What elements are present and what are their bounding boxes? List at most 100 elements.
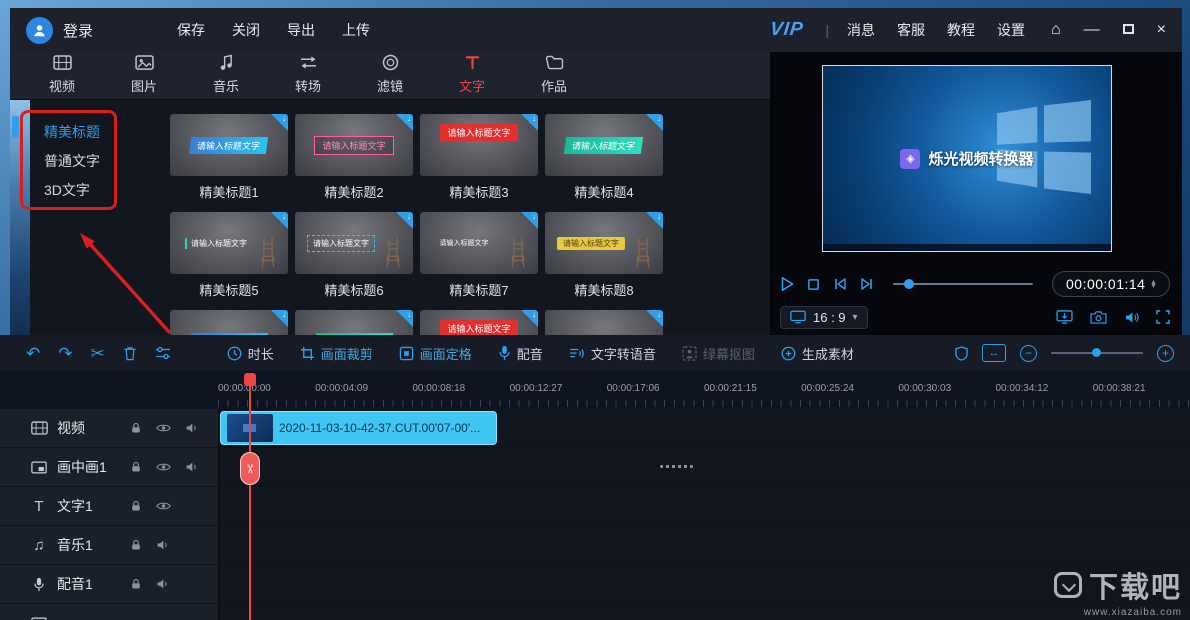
freeze-frame-button[interactable]: 画面定格 bbox=[399, 344, 472, 363]
generate-material-button[interactable]: 生成素材 bbox=[781, 344, 854, 363]
spinner-down-icon[interactable]: ▾ bbox=[1151, 281, 1156, 290]
download-icon[interactable]: ↓ bbox=[396, 114, 413, 131]
menu-tutorial[interactable]: 教程 bbox=[947, 20, 975, 40]
crop-button[interactable]: 画面裁剪 bbox=[300, 344, 373, 363]
template-thumbnail[interactable]: 请输入标题文字 ↓ bbox=[545, 310, 663, 335]
download-icon[interactable]: ↓ bbox=[521, 310, 538, 327]
visibility-eye-icon[interactable] bbox=[156, 501, 171, 511]
menu-messages[interactable]: 消息 bbox=[847, 20, 875, 40]
track-lane[interactable] bbox=[218, 487, 1190, 525]
tab-transition[interactable]: 转场 bbox=[292, 52, 324, 95]
tab-image[interactable]: 图片 bbox=[128, 52, 160, 95]
dubbing-button[interactable]: 配音 bbox=[498, 344, 543, 363]
track-header[interactable]: ♫ 音乐1 bbox=[0, 526, 218, 564]
download-icon[interactable]: ↓ bbox=[396, 310, 413, 327]
aspect-ratio-dropdown[interactable]: 16 : 9 ▾ bbox=[780, 305, 868, 329]
tab-works[interactable]: 作品 bbox=[538, 52, 570, 95]
user-avatar[interactable] bbox=[26, 16, 53, 44]
fullscreen-icon[interactable] bbox=[1156, 310, 1170, 324]
track-header[interactable]: 视频 bbox=[0, 409, 218, 447]
stop-icon[interactable] bbox=[807, 278, 820, 291]
next-frame-icon[interactable] bbox=[860, 277, 874, 291]
adjust-sliders-icon[interactable] bbox=[155, 346, 171, 360]
library-item[interactable]: 请输入标题文字 ↓ 精美标题1 bbox=[170, 114, 288, 200]
timeline-ruler[interactable]: 00:00:00:00 00:00:04:09 00:00:08:18 00:0… bbox=[0, 371, 1190, 409]
library-item[interactable]: 请输入标题文字 ↓ 精美标题2 bbox=[295, 114, 413, 200]
library-item-partial[interactable]: 请输入标题文字 ↓ bbox=[170, 310, 288, 335]
track-lane[interactable] bbox=[218, 526, 1190, 564]
seek-slider[interactable] bbox=[893, 279, 1033, 289]
download-icon[interactable]: ↓ bbox=[521, 114, 538, 131]
mute-speaker-icon[interactable] bbox=[156, 539, 169, 551]
library-item[interactable]: 请输入标题文字 ↓ 精美标题7 bbox=[420, 212, 538, 298]
lock-icon[interactable] bbox=[130, 500, 142, 512]
fit-timeline-icon[interactable]: ↔ bbox=[982, 344, 1006, 362]
visibility-eye-icon[interactable] bbox=[156, 423, 171, 433]
tab-video[interactable]: 视频 bbox=[46, 52, 78, 95]
zoom-out-icon[interactable]: − bbox=[1020, 344, 1037, 362]
tab-text[interactable]: 文字 bbox=[456, 52, 488, 95]
snapshot-camera-icon[interactable] bbox=[1090, 310, 1107, 324]
close-icon[interactable]: × bbox=[1157, 22, 1166, 38]
sidebar-item-fancy-titles[interactable]: 精美标题 bbox=[44, 118, 148, 147]
zoom-in-icon[interactable]: + bbox=[1157, 344, 1174, 362]
library-item[interactable]: 请输入标题文字 ↓ 精美标题6 bbox=[295, 212, 413, 298]
mute-speaker-icon[interactable] bbox=[185, 422, 198, 434]
playhead-handle[interactable] bbox=[244, 373, 256, 386]
track-header[interactable] bbox=[0, 604, 218, 620]
library-item[interactable]: 请输入标题文字 ↓ 精美标题5 bbox=[170, 212, 288, 298]
track-lane[interactable] bbox=[218, 565, 1190, 603]
seek-knob[interactable] bbox=[904, 279, 915, 289]
redo-icon[interactable]: ↷ bbox=[58, 345, 72, 362]
template-thumbnail[interactable]: 请输入标题文字 ↓ bbox=[170, 114, 288, 176]
template-thumbnail[interactable]: 请输入标题文字 ↓ bbox=[295, 310, 413, 335]
track-header[interactable]: 配音1 bbox=[0, 565, 218, 603]
template-thumbnail[interactable]: 请输入标题文字 ↓ bbox=[545, 114, 663, 176]
template-thumbnail[interactable]: 请输入标题文字 ↓ bbox=[545, 212, 663, 274]
visibility-eye-icon[interactable] bbox=[156, 462, 171, 472]
library-item-partial[interactable]: 请输入标题文字 ↓ bbox=[420, 310, 538, 335]
track-lane[interactable] bbox=[218, 604, 1190, 620]
download-icon[interactable]: ↓ bbox=[271, 114, 288, 131]
library-item[interactable]: 请输入标题文字 ↓ 精美标题4 bbox=[545, 114, 663, 200]
template-thumbnail[interactable]: 请输入标题文字 ↓ bbox=[420, 212, 538, 274]
download-icon[interactable]: ↓ bbox=[646, 114, 663, 131]
menu-export[interactable]: 导出 bbox=[287, 20, 315, 40]
minimize-icon[interactable]: — bbox=[1084, 22, 1100, 38]
template-thumbnail[interactable]: 请输入标题文字 ↓ bbox=[170, 212, 288, 274]
timecode-spinner[interactable]: ▴ ▾ bbox=[1151, 277, 1156, 290]
menu-settings[interactable]: 设置 bbox=[997, 20, 1025, 40]
lock-icon[interactable] bbox=[130, 578, 142, 590]
shield-icon[interactable] bbox=[955, 345, 968, 361]
home-icon[interactable]: ⌂ bbox=[1051, 22, 1061, 38]
mute-speaker-icon[interactable] bbox=[156, 578, 169, 590]
download-icon[interactable]: ↓ bbox=[646, 310, 663, 327]
template-thumbnail[interactable]: 请输入标题文字 ↓ bbox=[420, 310, 538, 335]
lock-icon[interactable] bbox=[130, 422, 142, 434]
video-preview[interactable]: ◈ 烁光视频转换器 bbox=[822, 65, 1112, 252]
vip-badge[interactable]: VIP bbox=[769, 19, 805, 41]
menu-close-project[interactable]: 关闭 bbox=[232, 20, 260, 40]
zoom-knob[interactable] bbox=[1092, 348, 1102, 357]
timeline-clip[interactable]: 2020-11-03-10-42-37.CUT.00'07-00'... bbox=[220, 411, 497, 445]
download-icon[interactable]: ↓ bbox=[646, 212, 663, 229]
track-lane[interactable]: 2020-11-03-10-42-37.CUT.00'07-00'... bbox=[218, 409, 1190, 447]
menu-save[interactable]: 保存 bbox=[177, 20, 205, 40]
download-icon[interactable]: ↓ bbox=[271, 310, 288, 327]
download-icon[interactable]: ↓ bbox=[271, 212, 288, 229]
sidebar-item-plain-text[interactable]: 普通文字 bbox=[44, 147, 148, 176]
track-header[interactable]: T 文字1 bbox=[0, 487, 218, 525]
timeline-zoom-slider[interactable] bbox=[1051, 348, 1143, 357]
previous-frame-icon[interactable] bbox=[833, 277, 847, 291]
green-screen-button[interactable]: 绿幕抠图 bbox=[682, 344, 755, 363]
lock-icon[interactable] bbox=[130, 461, 142, 473]
library-item-partial[interactable]: 请输入标题文字 ↓ bbox=[295, 310, 413, 335]
lock-icon[interactable] bbox=[130, 539, 142, 551]
tab-filter[interactable]: 滤镜 bbox=[374, 52, 406, 95]
template-thumbnail[interactable]: 请输入标题文字 ↓ bbox=[295, 212, 413, 274]
duration-button[interactable]: 时长 bbox=[227, 344, 274, 363]
template-thumbnail[interactable]: 请输入标题文字 ↓ bbox=[295, 114, 413, 176]
track-header[interactable]: 画中画1 bbox=[0, 448, 218, 486]
tab-music[interactable]: 音乐 bbox=[210, 52, 242, 95]
library-item-partial[interactable]: 请输入标题文字 ↓ bbox=[545, 310, 663, 335]
